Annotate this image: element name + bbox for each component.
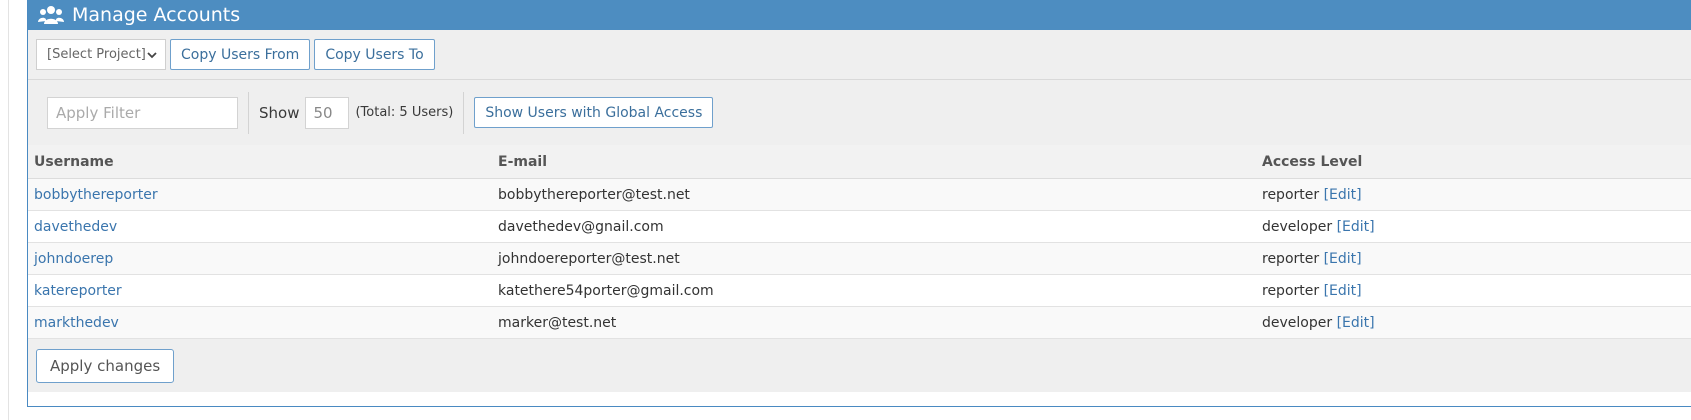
table-row: katereporter katethere54porter@gmail.com… [28, 274, 1691, 307]
edit-access-link[interactable]: [Edit] [1337, 315, 1375, 331]
page-size-value: 50 [313, 103, 333, 122]
username-link[interactable]: katereporter [34, 283, 122, 299]
page-size-input[interactable]: 50 [305, 96, 350, 129]
access-level-value: reporter [1262, 186, 1320, 203]
access-level-value: developer [1262, 314, 1333, 331]
access-level-column-header[interactable]: Access Level [1256, 145, 1691, 179]
page-title: Manage Accounts [72, 4, 241, 26]
access-level-value: reporter [1262, 282, 1320, 299]
edit-access-link[interactable]: [Edit] [1324, 187, 1362, 203]
access-level-value: developer [1262, 218, 1333, 235]
users-icon [38, 6, 64, 24]
table-row: markthedev marker@test.net developer [Ed… [28, 306, 1691, 339]
access-level-cell: developer [Edit] [1256, 210, 1691, 243]
access-level-cell: developer [Edit] [1256, 306, 1691, 339]
filter-input[interactable]: Apply Filter [47, 96, 238, 129]
show-label: Show [259, 103, 300, 122]
filter-toolbar: Apply Filter Show 50 (Total: 5 Users) Sh… [28, 80, 1691, 145]
chevron-down-icon [147, 51, 157, 58]
email-cell: davethedev@gnail.com [492, 210, 1256, 243]
username-link[interactable]: bobbythereporter [34, 187, 158, 203]
total-users-label: (Total: 5 Users) [355, 105, 454, 120]
email-column-header[interactable]: E-mail [492, 145, 1256, 179]
table-header-row: Username E-mail Access Level [28, 145, 1691, 179]
access-level-cell: reporter [Edit] [1256, 178, 1691, 211]
edit-access-link[interactable]: [Edit] [1324, 283, 1362, 299]
table-row: johndoerep johndoereporter@test.net repo… [28, 242, 1691, 275]
access-level-cell: reporter [Edit] [1256, 274, 1691, 307]
apply-changes-button[interactable]: Apply changes [36, 348, 175, 383]
table-row: davethedev davethedev@gnail.com develope… [28, 210, 1691, 243]
email-cell: marker@test.net [492, 306, 1256, 339]
users-table: Username E-mail Access Level bobbytherep… [28, 145, 1691, 339]
access-level-cell: reporter [Edit] [1256, 242, 1691, 275]
project-select[interactable]: [Select Project] [36, 39, 166, 70]
widget-footer: Apply changes [28, 339, 1691, 392]
access-level-value: reporter [1262, 250, 1320, 267]
widget-header: Manage Accounts [28, 0, 1691, 30]
table-row: bobbythereporter bobbythereporter@test.n… [28, 178, 1691, 211]
project-select-value: [Select Project] [47, 47, 146, 62]
show-global-access-button[interactable]: Show Users with Global Access [474, 97, 714, 128]
filter-placeholder: Apply Filter [56, 103, 141, 122]
edit-access-link[interactable]: [Edit] [1324, 251, 1362, 267]
email-cell: bobbythereporter@test.net [492, 178, 1256, 211]
username-column-header[interactable]: Username [28, 145, 492, 179]
edit-access-link[interactable]: [Edit] [1337, 219, 1375, 235]
divider [248, 91, 249, 134]
username-link[interactable]: johndoerep [34, 251, 113, 267]
username-link[interactable]: markthedev [34, 315, 119, 331]
email-cell: katethere54porter@gmail.com [492, 274, 1256, 307]
copy-users-to-button[interactable]: Copy Users To [314, 39, 435, 70]
divider [463, 91, 465, 134]
copy-users-from-button[interactable]: Copy Users From [170, 39, 311, 70]
email-cell: johndoereporter@test.net [492, 242, 1256, 275]
username-link[interactable]: davethedev [34, 219, 117, 235]
manage-accounts-widget: Manage Accounts [Select Project] Copy Us… [27, 0, 1691, 407]
copy-toolbar: [Select Project] Copy Users From Copy Us… [28, 30, 1691, 80]
page-left-border [8, 0, 9, 420]
